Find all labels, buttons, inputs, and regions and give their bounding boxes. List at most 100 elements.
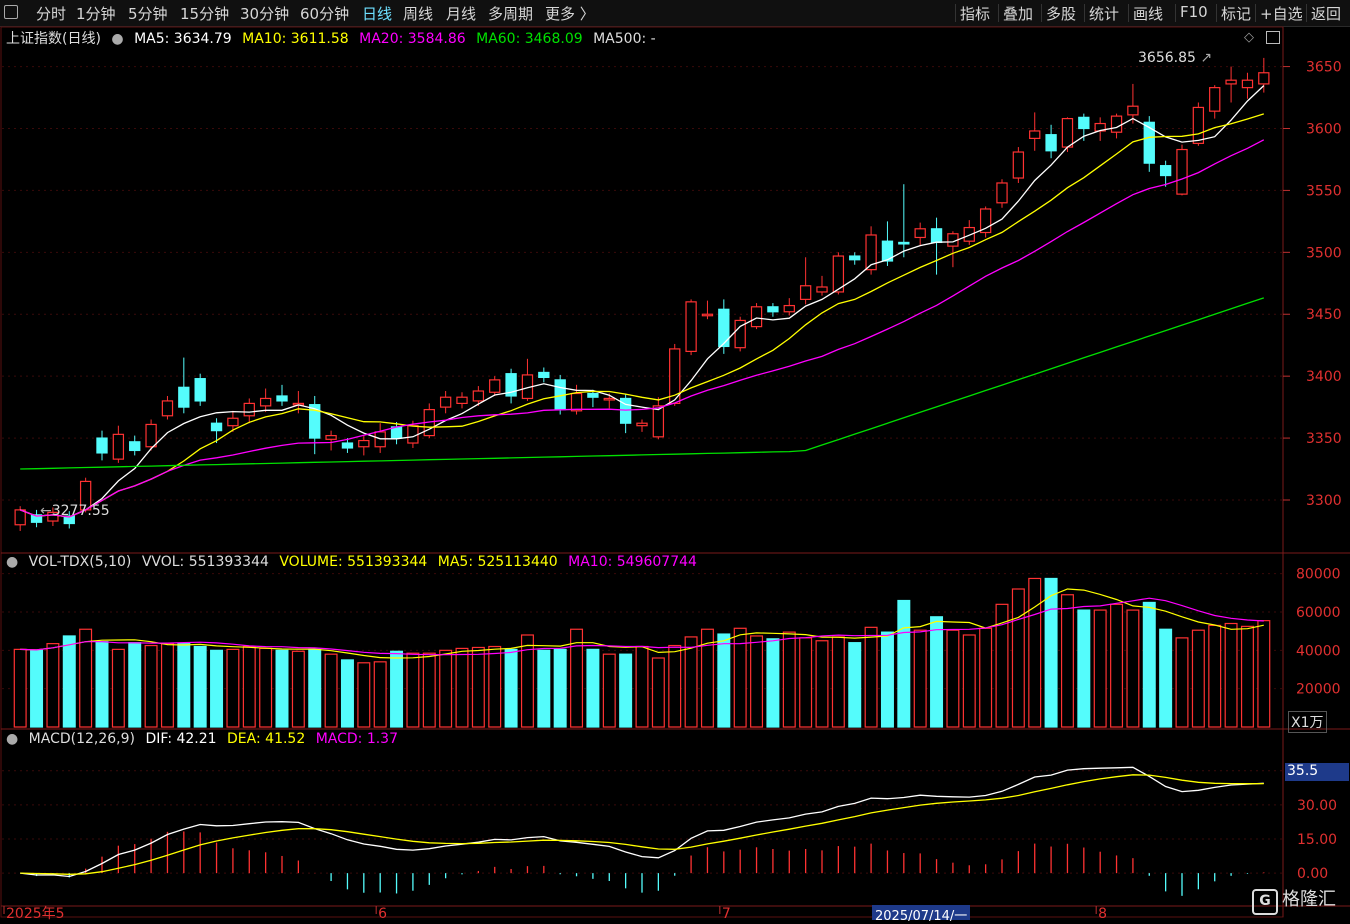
- volume-bar: [848, 642, 862, 728]
- volume-bar: [602, 653, 616, 728]
- volume-bar: [30, 649, 44, 728]
- logo-icon: G: [1252, 889, 1278, 915]
- candle: [783, 304, 795, 313]
- macd-tick-label: 15.00: [1297, 832, 1337, 848]
- volume-bar: [1126, 609, 1140, 728]
- price-tick-label: 3650: [1306, 60, 1342, 76]
- candle: [194, 378, 206, 402]
- price-tick-label: 3550: [1306, 183, 1342, 199]
- candle: [472, 390, 485, 402]
- candle: [849, 255, 861, 261]
- volume-bar: [177, 643, 191, 728]
- volume-bar: [1224, 622, 1238, 728]
- chart-border: [0, 26, 1284, 918]
- candle: [407, 425, 419, 444]
- candle: [489, 379, 501, 393]
- volume-bar: [717, 633, 731, 728]
- ma5-line: [19, 85, 1265, 518]
- volume-bar: [111, 648, 125, 728]
- macd-tick-label: 30.00: [1297, 798, 1337, 814]
- volume-bar: [1044, 577, 1058, 728]
- volume-bar: [782, 631, 796, 728]
- price-tick-label: 3400: [1306, 369, 1342, 385]
- volume-bar: [913, 629, 927, 728]
- volume-bar: [226, 648, 240, 728]
- candle: [325, 434, 337, 440]
- volume-bar: [1159, 628, 1173, 728]
- volume-bar: [930, 616, 944, 728]
- volume-bar: [831, 636, 845, 728]
- volume-bar: [160, 643, 174, 728]
- candle: [996, 182, 1008, 204]
- volume-bar: [619, 653, 633, 728]
- volume-bar: [259, 647, 273, 728]
- volume-bar: [537, 649, 551, 728]
- candle: [570, 392, 583, 412]
- candle: [112, 433, 125, 460]
- candle: [129, 441, 141, 452]
- candle: [1225, 79, 1237, 85]
- candle: [1127, 105, 1139, 116]
- volume-bar: [668, 644, 682, 728]
- volume-bar: [897, 599, 911, 728]
- candle: [767, 306, 779, 313]
- volume-bar: [1240, 625, 1254, 728]
- candle: [685, 301, 697, 352]
- volume-bar: [979, 627, 993, 728]
- vol-tick-label: 60000: [1296, 605, 1341, 621]
- kline-chart[interactable]: 3650 3600 3550 3500 3450 3400 3350 3300 80000 600…: [0, 0, 1350, 920]
- volume-bar: [46, 643, 60, 728]
- candle: [161, 400, 174, 417]
- watermark-logo: G 格隆汇: [1252, 885, 1336, 915]
- volume-bar: [144, 644, 158, 728]
- volume-bar: [95, 641, 109, 728]
- candle: [799, 285, 812, 300]
- candle: [1241, 79, 1254, 89]
- volume-bar: [586, 648, 600, 728]
- candle: [816, 286, 828, 293]
- volume-bar: [750, 635, 764, 728]
- candle: [1061, 117, 1074, 148]
- volume-bar: [128, 642, 142, 728]
- price-tick-label: 3450: [1306, 307, 1342, 323]
- candle: [587, 392, 599, 398]
- candle: [701, 313, 714, 317]
- volume-bar: [488, 645, 502, 728]
- dif-line: [20, 766, 1264, 878]
- volume-bar: [1011, 588, 1025, 728]
- volume-bar: [946, 629, 960, 728]
- candle: [914, 228, 926, 239]
- volume-bar: [799, 637, 813, 728]
- volume-bar: [815, 640, 829, 728]
- volume-bar: [373, 661, 387, 728]
- candle: [1012, 151, 1025, 179]
- candle: [1029, 130, 1041, 139]
- volume-bar: [504, 648, 518, 728]
- candle: [96, 437, 108, 454]
- candle: [603, 397, 615, 401]
- candle: [456, 396, 468, 405]
- price-tick-label: 3300: [1306, 493, 1342, 509]
- volume-bar: [1191, 629, 1205, 728]
- date-label: 8: [1098, 906, 1107, 920]
- candle: [750, 306, 763, 328]
- price-tick-label: 3600: [1306, 121, 1342, 137]
- volume-bar: [962, 634, 976, 728]
- vol-tick-label: 40000: [1296, 643, 1341, 659]
- vol-ma10-line: [20, 597, 1264, 656]
- volume-bar: [1093, 609, 1107, 728]
- volume-bar: [1257, 620, 1271, 728]
- volume-bar: [553, 648, 567, 728]
- volume-bar: [635, 645, 649, 728]
- candle: [243, 402, 255, 417]
- candle: [1045, 134, 1057, 152]
- candle: [898, 241, 910, 245]
- low-annotation: ←3277.55: [40, 503, 110, 519]
- candle: [439, 396, 452, 408]
- volume-bar: [684, 636, 698, 728]
- candle: [390, 426, 403, 439]
- ma60-line: [20, 297, 1265, 470]
- volume-bar: [1077, 609, 1091, 728]
- volume-bar: [1060, 594, 1074, 728]
- candle: [1176, 148, 1188, 195]
